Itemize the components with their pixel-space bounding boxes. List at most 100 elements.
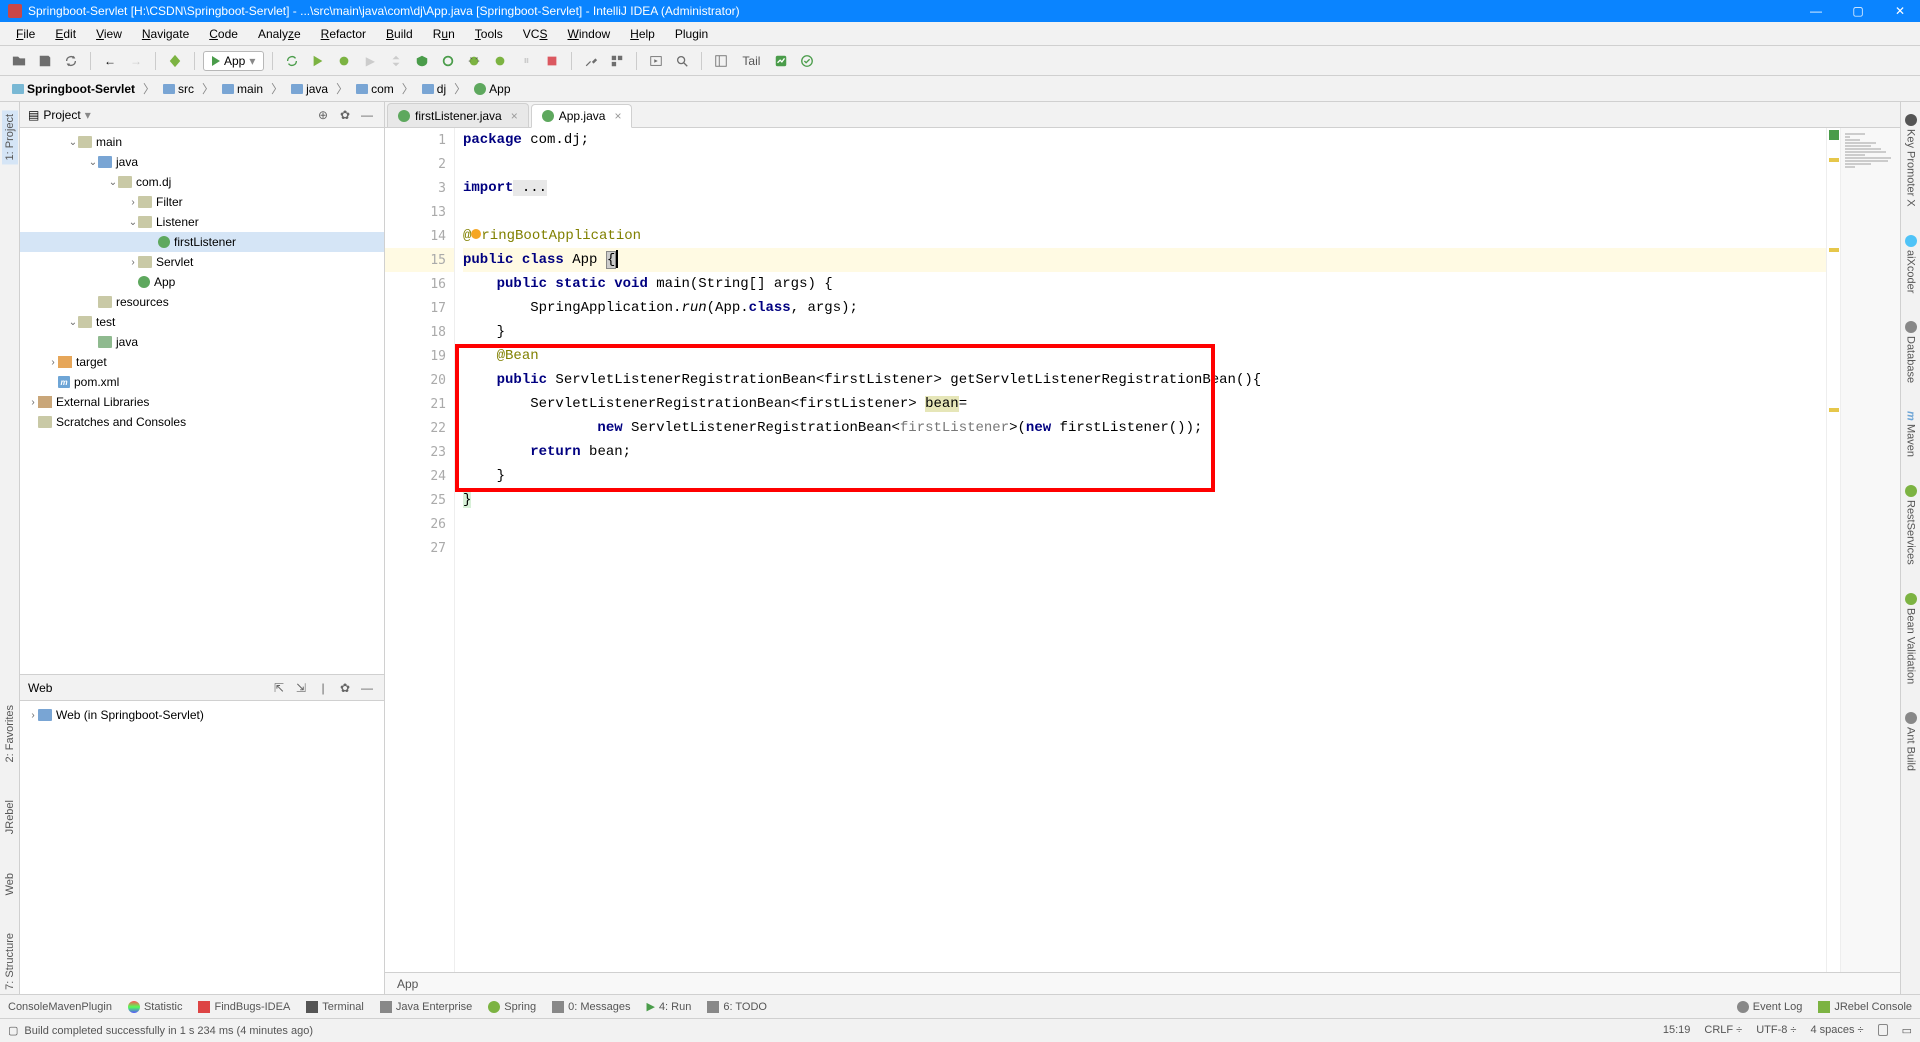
tree-node-comdj[interactable]: ⌄com.dj [20,172,384,192]
web-hide-button[interactable]: — [358,679,376,697]
menu-build[interactable]: Build [378,25,421,43]
stop-button[interactable] [541,50,563,72]
tool-run[interactable]: ▶4: Run [646,1000,691,1013]
tree-node-test-java[interactable]: java [20,332,384,352]
close-icon[interactable]: × [614,109,621,123]
tree-node-java[interactable]: ⌄java [20,152,384,172]
tool-messages[interactable]: 0: Messages [552,1001,630,1013]
tab-aixcoder[interactable]: aiXcoder [1903,231,1919,297]
jrebel-icon[interactable] [164,50,186,72]
tree-node-filter[interactable]: ›Filter [20,192,384,212]
close-icon[interactable]: × [511,109,518,123]
tab-keypromoter[interactable]: Key Promoter X [1903,110,1919,211]
tree-node-firstlistener[interactable]: firstListener [20,232,384,252]
check-icon[interactable] [796,50,818,72]
tab-maven[interactable]: mMaven [1903,407,1919,461]
tool-todo[interactable]: 6: TODO [707,1001,767,1013]
jrebel-debug-button[interactable] [333,50,355,72]
menu-view[interactable]: View [88,25,130,43]
tool-eventlog[interactable]: Event Log [1737,1001,1803,1013]
tree-node-test[interactable]: ⌄test [20,312,384,332]
tree-node-target[interactable]: ›target [20,352,384,372]
web-expand-button[interactable]: ⇱ [270,679,288,697]
tree-node-extlib[interactable]: ›External Libraries [20,392,384,412]
layout-button[interactable] [710,50,732,72]
locate-button[interactable]: ⊕ [314,106,332,124]
save-button[interactable] [34,50,56,72]
attach-button[interactable]: ⏸ [515,50,537,72]
gutter[interactable]: 1 2 3 13 14 15 16 17 18 19 20 21 22 23 2… [385,128,455,972]
tab-favorites[interactable]: 2: Favorites [2,701,18,766]
crumb-app[interactable]: App [470,80,514,98]
status-extra-icon[interactable]: ▭ [1902,1024,1912,1037]
warning-marker[interactable] [1829,158,1839,162]
code-area[interactable]: package com.dj; import ... @ringBootAppl… [455,128,1826,972]
tool-javaee[interactable]: Java Enterprise [380,1001,472,1013]
tree-node-servlet[interactable]: ›Servlet [20,252,384,272]
tab-antbuild[interactable]: Ant Build [1903,708,1919,775]
status-line-sep[interactable]: CRLF ÷ [1704,1024,1742,1037]
tree-node-main[interactable]: ⌄main [20,132,384,152]
web-tree[interactable]: ›Web (in Springboot-Servlet) [20,701,384,994]
run-button[interactable]: ▶ [359,50,381,72]
chart-icon[interactable] [770,50,792,72]
jrebel-update-button[interactable] [385,50,407,72]
tab-restservices[interactable]: RestServices [1903,481,1919,569]
open-button[interactable] [8,50,30,72]
tab-beanvalidation[interactable]: Bean Validation [1903,589,1919,688]
structure-button[interactable] [606,50,628,72]
tree-node-app[interactable]: App [20,272,384,292]
minimize-button[interactable]: — [1804,4,1828,18]
run-config-selector[interactable]: App ▾ [203,51,264,71]
tool-consolemaven[interactable]: ConsoleMavenPlugin [8,1001,112,1013]
crumb-dj[interactable]: dj [418,80,450,98]
crumb-com[interactable]: com [352,80,398,98]
jrebel-run-button[interactable] [307,50,329,72]
lock-icon[interactable] [1878,1024,1888,1036]
editor-tab-app[interactable]: App.java × [531,104,633,128]
tab-database[interactable]: Database [1903,317,1919,387]
menu-refactor[interactable]: Refactor [313,25,374,43]
menu-help[interactable]: Help [622,25,663,43]
preview-button[interactable] [645,50,667,72]
crumb-src[interactable]: src [159,80,198,98]
editor-content[interactable]: 1 2 3 13 14 15 16 17 18 19 20 21 22 23 2… [385,128,1900,972]
tail-label[interactable]: Tail [736,54,766,68]
profile-button[interactable] [437,50,459,72]
web-gear-icon[interactable]: ✿ [336,679,354,697]
menu-vcs[interactable]: VCS [515,25,556,43]
warning-marker[interactable] [1829,408,1839,412]
status-indent[interactable]: 4 spaces ÷ [1810,1024,1863,1037]
tree-node-scratches[interactable]: Scratches and Consoles [20,412,384,432]
menu-plugin[interactable]: Plugin [667,25,716,43]
tab-project[interactable]: 1: Project [2,110,18,164]
collapse-button[interactable]: — [358,106,376,124]
forward-button[interactable]: → [125,50,147,72]
status-sidebar-icon[interactable]: ▢ [8,1024,18,1037]
editor-breadcrumb[interactable]: App [385,972,1900,994]
error-stripe[interactable] [1826,128,1840,972]
back-button[interactable]: ← [99,50,121,72]
tree-node-listener[interactable]: ⌄Listener [20,212,384,232]
maximize-button[interactable]: ▢ [1846,4,1870,18]
sync-button[interactable] [60,50,82,72]
crumb-java[interactable]: java [287,80,332,98]
tool-spring[interactable]: Spring [488,1001,536,1013]
minimap[interactable] [1840,128,1900,972]
tab-structure[interactable]: 7: Structure [2,929,18,994]
debug1-button[interactable] [463,50,485,72]
menu-analyze[interactable]: Analyze [250,25,309,43]
menu-edit[interactable]: Edit [47,25,84,43]
web-collapse-button[interactable]: ⇲ [292,679,310,697]
chevron-down-icon[interactable]: ▾ [85,108,91,122]
tool-statistic[interactable]: Statistic [128,1001,183,1013]
gear-icon[interactable]: ✿ [336,106,354,124]
menu-tools[interactable]: Tools [467,25,511,43]
tab-web[interactable]: Web [2,869,18,899]
coverage-button[interactable] [411,50,433,72]
debug2-button[interactable] [489,50,511,72]
warning-marker[interactable] [1829,248,1839,252]
search-button[interactable] [671,50,693,72]
settings-button[interactable] [580,50,602,72]
tab-jrebel[interactable]: JRebel [2,796,18,838]
